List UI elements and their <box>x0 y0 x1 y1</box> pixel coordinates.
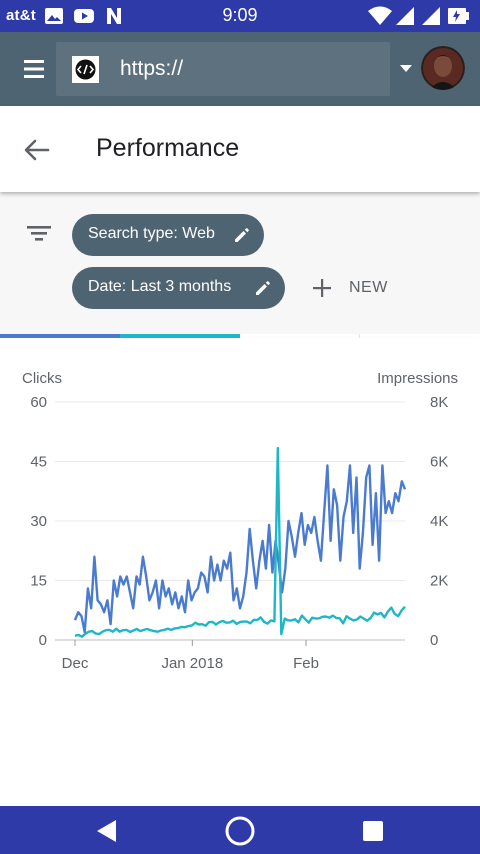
system-nav-bar <box>0 806 480 854</box>
y-right-tick-label: 4K <box>430 513 448 530</box>
x-tick-label: Jan 2018 <box>161 655 223 672</box>
y-left-tick-label: 60 <box>30 394 47 411</box>
y-left-tick-label: 45 <box>30 454 47 471</box>
y-right-tick-label: 0 <box>430 632 438 649</box>
signal-icon <box>422 7 440 25</box>
y-right-tick-label: 6K <box>430 454 448 471</box>
y-left-tick-label: 0 <box>39 632 47 649</box>
url-bar[interactable]: https:// <box>56 42 390 96</box>
clicks-series-line <box>73 464 407 634</box>
wifi-icon <box>368 6 392 25</box>
new-filter-button[interactable]: NEW <box>306 274 402 304</box>
x-tick-label: Dec <box>62 655 89 672</box>
code-icon <box>72 56 99 83</box>
hamburger-menu-icon[interactable] <box>22 57 48 81</box>
url-text: https:// <box>120 57 184 80</box>
y-right-tick-label: 8K <box>430 394 448 411</box>
chip-label: Date: Last 3 months <box>88 278 232 295</box>
chip-label: Search type: Web <box>88 225 215 242</box>
back-arrow-icon[interactable] <box>22 136 52 164</box>
new-filter-label: NEW <box>349 279 388 296</box>
search-type-chip[interactable]: Search type: Web <box>72 214 264 256</box>
page-title: Performance <box>96 134 240 162</box>
dropdown-caret-icon[interactable] <box>399 63 413 73</box>
filter-bar: Search type: Web Date: Last 3 months NEW <box>0 192 480 334</box>
filter-icon[interactable] <box>26 222 52 244</box>
x-tick-label: Feb <box>293 655 319 672</box>
plus-icon <box>313 279 331 297</box>
status-bar: at&t 9:09 <box>0 0 480 32</box>
battery-icon <box>448 8 469 24</box>
performance-chart-card: Clicks Impressions 60 8K 45 6K 30 4K 15 2K 0 0 Dec… <box>0 338 480 706</box>
edit-pencil-icon <box>256 281 270 295</box>
y-right-tick-label: 2K <box>430 573 448 590</box>
app-header: Performance <box>0 106 480 192</box>
recents-square-icon[interactable] <box>356 814 390 848</box>
back-triangle-icon[interactable] <box>89 814 123 848</box>
y-left-tick-label: 15 <box>30 573 47 590</box>
browser-toolbar: https:// <box>0 32 480 106</box>
date-range-chip[interactable]: Date: Last 3 months <box>72 267 285 309</box>
content-area <box>0 706 480 806</box>
performance-chart: 60 8K 45 6K 30 4K 15 2K 0 0 Dec Jan 2018 Feb <box>30 394 448 672</box>
home-circle-icon[interactable] <box>223 814 257 848</box>
edit-pencil-icon <box>235 228 249 242</box>
avatar[interactable] <box>421 46 465 90</box>
y-left-tick-label: 30 <box>30 513 47 530</box>
signal-icon <box>396 7 414 25</box>
